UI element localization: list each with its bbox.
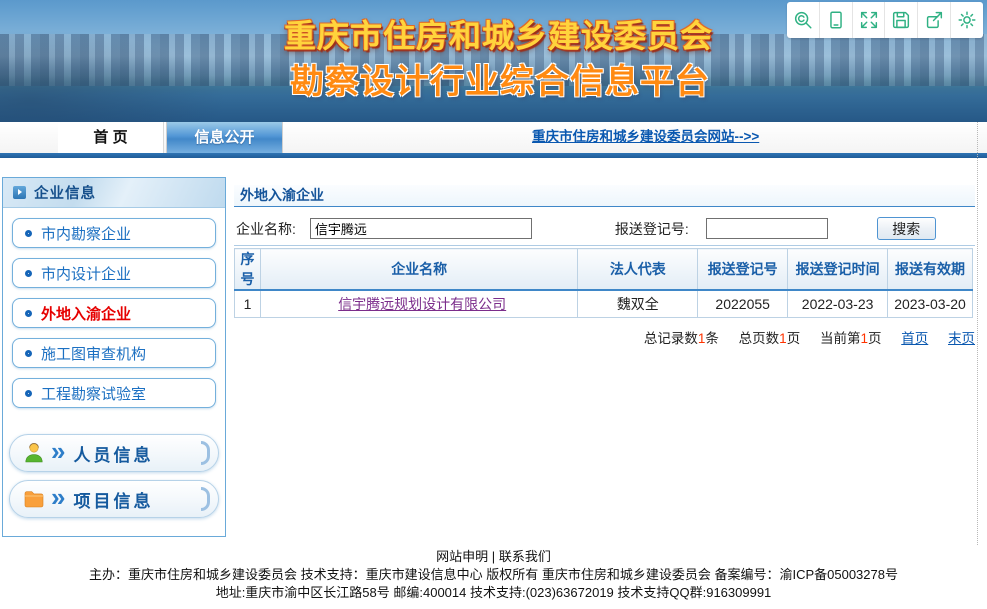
records-unit: 条 [705, 331, 719, 346]
pages-unit: 页 [787, 331, 801, 346]
footer-line3: 地址:重庆市渝中区长江路58号 邮编:400014 技术支持:(023)6367… [0, 584, 987, 602]
sidebar-button-label: 人员信息 [73, 441, 153, 466]
sidebar-item-city-survey[interactable]: 市内勘察企业 [12, 218, 216, 248]
contact-us-link[interactable]: 联系我们 [499, 549, 551, 564]
tab-home[interactable]: 首 页 [58, 122, 164, 153]
site-statement-link[interactable]: 网站申明 [436, 549, 488, 564]
sidebar-item-label: 市内勘察企业 [41, 223, 131, 244]
regno-label: 报送登记号: [615, 219, 689, 239]
regno-input[interactable] [706, 218, 828, 239]
table-header-seq: 序号 [235, 249, 261, 291]
table-row: 1 信宇腾远规划设计有限公司 魏双全 2022055 2022-03-23 20… [235, 290, 973, 317]
mobile-view-icon [825, 9, 847, 31]
toolbar-save-button[interactable] [885, 2, 918, 38]
bullet-icon [25, 230, 32, 237]
sidebar-header: 企业信息 [3, 178, 225, 208]
sidebar-button-projects[interactable]: » 项目信息 [9, 480, 219, 518]
arc-decoration [201, 441, 210, 465]
cell-valid: 2023-03-20 [888, 290, 973, 317]
records-label: 总记录数 [644, 331, 698, 346]
footer-divider: | [492, 549, 495, 564]
sidebar-item-outside-enterprises[interactable]: 外地入渝企业 [12, 298, 216, 328]
page-edge-divider [977, 122, 978, 545]
nav-divider-bar [0, 153, 987, 158]
cell-seq: 1 [235, 290, 261, 317]
cell-company: 信宇腾远规划设计有限公司 [260, 290, 577, 317]
enterprise-table: 序号 企业名称 法人代表 报送登记号 报送登记时间 报送有效期 1 信宇腾远规划… [234, 248, 973, 318]
arc-decoration [201, 487, 210, 511]
folder-icon [22, 487, 46, 511]
search-form: 企业名称: 报送登记号: 搜索 [234, 212, 975, 246]
sidebar-header-label: 企业信息 [34, 182, 96, 203]
fullscreen-icon [858, 9, 880, 31]
section-title: 外地入渝企业 [234, 185, 975, 207]
pagination: 总记录数1条 总页数1页 当前第1页 首页 末页 [234, 327, 975, 347]
toolbar-mobile-button[interactable] [820, 2, 853, 38]
cell-regdate: 2022-03-23 [788, 290, 888, 317]
sidebar-item-drawing-review[interactable]: 施工图审查机构 [12, 338, 216, 368]
last-page-link[interactable]: 末页 [948, 331, 975, 346]
sidebar-item-label: 市内设计企业 [41, 263, 131, 284]
bullet-icon [25, 270, 32, 277]
table-header-company: 企业名称 [260, 249, 577, 291]
footer: 网站申明 | 联系我们 主办：重庆市住房和城乡建设委员会 技术支持：重庆市建设信… [0, 548, 987, 602]
table-header-valid: 报送有效期 [888, 249, 973, 291]
table-header-regno: 报送登记号 [698, 249, 788, 291]
current-value: 1 [860, 331, 868, 346]
toolbar-share-button[interactable] [918, 2, 951, 38]
page: 重庆市住房和城乡建设委员会 勘察设计行业综合信息平台 [0, 0, 987, 609]
accessibility-toolbar [787, 2, 983, 38]
sidebar-item-city-design[interactable]: 市内设计企业 [12, 258, 216, 288]
pages-label: 总页数 [739, 331, 780, 346]
table-header-legal: 法人代表 [578, 249, 698, 291]
double-chevron-icon: » [51, 484, 63, 510]
company-name-label: 企业名称: [236, 219, 296, 239]
toolbar-fullscreen-button[interactable] [853, 2, 886, 38]
company-link[interactable]: 信宇腾远规划设计有限公司 [338, 296, 506, 312]
first-page-link[interactable]: 首页 [901, 331, 928, 346]
toolbar-settings-button[interactable] [951, 2, 983, 38]
sidebar-button-label: 项目信息 [73, 487, 153, 512]
current-unit: 页 [868, 331, 882, 346]
sidebar-item-label: 工程勘察试验室 [41, 383, 146, 404]
arrow-square-icon [13, 186, 26, 199]
sidebar-item-survey-lab[interactable]: 工程勘察试验室 [12, 378, 216, 408]
sidebar: 企业信息 市内勘察企业 市内设计企业 外地入渝企业 施工图审查机构 工程勘察试验… [2, 177, 226, 537]
main-nav: 首 页 信息公开 重庆市住房和城乡建设委员会网站-->> [0, 122, 987, 153]
company-name-input[interactable] [310, 218, 532, 239]
main-content: 外地入渝企业 企业名称: 报送登记号: 搜索 序号 企业名称 法人代表 报送登记… [234, 185, 975, 347]
banner: 重庆市住房和城乡建设委员会 勘察设计行业综合信息平台 [0, 0, 987, 122]
tab-info-disclosure[interactable]: 信息公开 [166, 122, 283, 153]
share-icon [923, 9, 945, 31]
person-icon [22, 441, 46, 465]
cell-legal: 魏双全 [578, 290, 698, 317]
bullet-icon [25, 310, 32, 317]
footer-links-line: 网站申明 | 联系我们 [0, 548, 987, 566]
external-site-link[interactable]: 重庆市住房和城乡建设委员会网站-->> [532, 122, 759, 153]
save-icon [890, 9, 912, 31]
current-label: 当前第 [820, 331, 861, 346]
banner-title-line1: 重庆市住房和城乡建设委员会 [284, 11, 713, 57]
double-chevron-icon: » [51, 438, 63, 464]
bullet-icon [25, 390, 32, 397]
search-icon [792, 9, 814, 31]
footer-line2: 主办：重庆市住房和城乡建设委员会 技术支持：重庆市建设信息中心 版权所有 重庆市… [0, 566, 987, 584]
bullet-icon [25, 350, 32, 357]
table-header-regdate: 报送登记时间 [788, 249, 888, 291]
sidebar-item-label: 施工图审查机构 [41, 343, 146, 364]
pages-value: 1 [779, 331, 787, 346]
cell-regno: 2022055 [698, 290, 788, 317]
search-button[interactable]: 搜索 [877, 217, 936, 240]
table-header-row: 序号 企业名称 法人代表 报送登记号 报送登记时间 报送有效期 [235, 249, 973, 291]
settings-icon [956, 9, 978, 31]
sidebar-item-label: 外地入渝企业 [41, 303, 131, 324]
banner-title-line2: 勘察设计行业综合信息平台 [290, 54, 710, 103]
toolbar-search-button[interactable] [787, 2, 820, 38]
sidebar-button-personnel[interactable]: » 人员信息 [9, 434, 219, 472]
